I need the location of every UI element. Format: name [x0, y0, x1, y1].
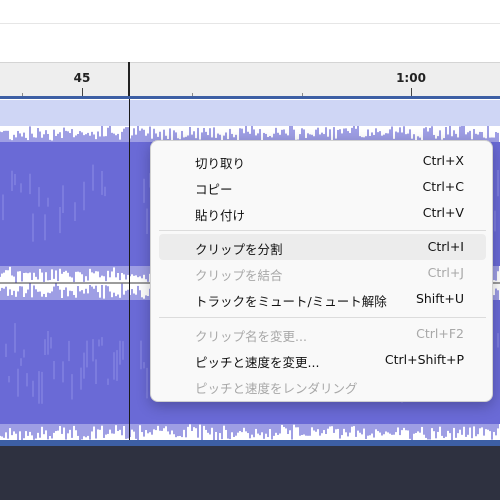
playhead-line [129, 99, 130, 440]
menu-item-split-clip[interactable]: クリップを分割 Ctrl+I [159, 234, 486, 260]
menu-item-label: 貼り付け [195, 208, 246, 223]
menu-item-rename-clip[interactable]: クリップ名を変更... Ctrl+F2 [159, 321, 486, 347]
menu-item-shortcut: Ctrl+J [427, 265, 464, 280]
menu-item-join-clip[interactable]: クリップを結合 Ctrl+J [159, 260, 486, 286]
menu-item-cut[interactable]: 切り取り Ctrl+X [159, 148, 486, 174]
context-menu: 切り取り Ctrl+X コピー Ctrl+C 貼り付け Ctrl+V クリップを… [150, 140, 493, 402]
menu-item-shortcut: Ctrl+X [422, 153, 464, 168]
menu-item-shortcut: Ctrl+C [422, 179, 464, 194]
menu-item-label: クリップを結合 [195, 268, 283, 283]
clip-header[interactable] [0, 99, 500, 127]
menu-item-shortcut: Ctrl+I [427, 239, 464, 254]
menu-item-label: コピー [195, 182, 233, 197]
menu-separator [159, 317, 486, 318]
playhead-marker[interactable] [128, 62, 130, 98]
menu-item-label: クリップを分割 [195, 242, 283, 257]
menu-item-shortcut: Ctrl+F2 [416, 326, 464, 341]
menu-item-shortcut: Ctrl+Shift+P [384, 352, 464, 367]
menu-item-mute-track[interactable]: トラックをミュート/ミュート解除 Shift+U [159, 286, 486, 312]
menu-item-render-pitch-speed[interactable]: ピッチと速度をレンダリング [159, 373, 486, 399]
timeline-ruler[interactable]: 45 1:00 [0, 62, 500, 97]
menu-separator [159, 230, 486, 231]
toolbar-area [0, 0, 500, 62]
menu-item-label: ピッチと速度を変更... [195, 355, 320, 370]
menu-item-change-pitch-speed[interactable]: ピッチと速度を変更... Ctrl+Shift+P [159, 347, 486, 373]
menu-item-label: トラックをミュート/ミュート解除 [195, 294, 387, 309]
menu-item-shortcut: Ctrl+V [422, 205, 464, 220]
menu-item-label: クリップ名を変更... [195, 329, 307, 344]
bottom-panel [0, 446, 500, 500]
menu-item-shortcut: Shift+U [415, 291, 464, 306]
timeline-label-1-00: 1:00 [396, 71, 426, 85]
toolbar-divider [0, 23, 500, 24]
timeline-label-45: 45 [73, 71, 91, 85]
menu-item-copy[interactable]: コピー Ctrl+C [159, 174, 486, 200]
menu-item-paste[interactable]: 貼り付け Ctrl+V [159, 200, 486, 226]
menu-item-label: ピッチと速度をレンダリング [195, 381, 358, 396]
menu-item-label: 切り取り [195, 156, 246, 171]
